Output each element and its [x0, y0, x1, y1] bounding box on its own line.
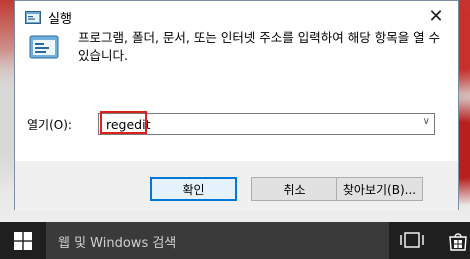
- title-bar: 실행 ✕: [15, 1, 458, 31]
- button-row: 확인 취소 찾아보기(B)...: [15, 161, 458, 211]
- open-combobox[interactable]: ∨: [98, 111, 435, 135]
- close-button[interactable]: ✕: [414, 1, 458, 31]
- taskbar-search[interactable]: 웹 및 Windows 검색: [46, 222, 389, 259]
- start-button[interactable]: [0, 222, 46, 259]
- store-icon[interactable]: [447, 230, 469, 252]
- open-input[interactable]: [102, 116, 406, 132]
- cancel-button[interactable]: 취소: [251, 177, 338, 201]
- search-placeholder: 웹 및 Windows 검색: [58, 236, 177, 251]
- ok-button[interactable]: 확인: [150, 177, 237, 201]
- task-view-icon[interactable]: [398, 229, 426, 251]
- window-title: 실행: [48, 12, 72, 27]
- run-app-icon: [25, 11, 41, 24]
- run-app-icon: [29, 35, 59, 59]
- open-label: 열기(O):: [27, 118, 72, 132]
- run-dialog: 실행 ✕ 프로그램, 폴더, 문서, 또는 인터넷 주소를 입력하여 해당 항목…: [14, 0, 459, 211]
- description-text: 프로그램, 폴더, 문서, 또는 인터넷 주소를 입력하여 해당 항목을 열 수…: [78, 30, 441, 63]
- chevron-down-icon[interactable]: ∨: [423, 116, 430, 127]
- close-icon: ✕: [428, 5, 444, 27]
- browse-button[interactable]: 찾아보기(B)...: [336, 177, 423, 201]
- taskbar: 웹 및 Windows 검색: [0, 222, 470, 259]
- screen: 실행 ✕ 프로그램, 폴더, 문서, 또는 인터넷 주소를 입력하여 해당 항목…: [0, 0, 470, 259]
- windows-logo-icon: [14, 231, 32, 250]
